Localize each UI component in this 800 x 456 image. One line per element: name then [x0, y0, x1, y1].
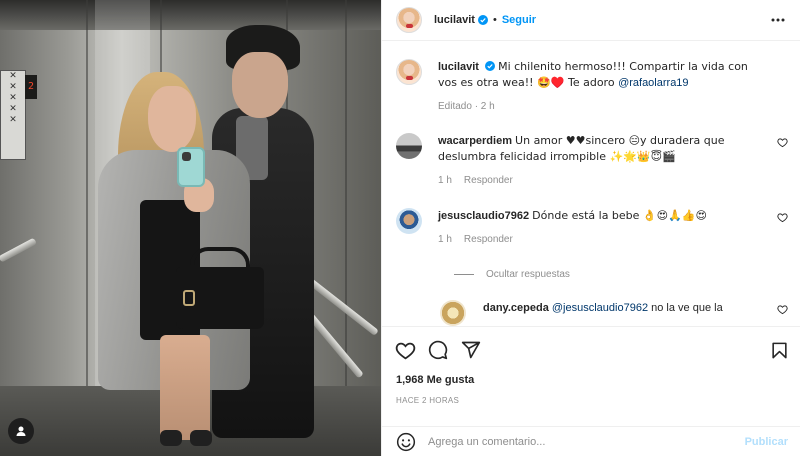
separator-dot: • [492, 14, 497, 26]
like-heart-icon[interactable] [394, 339, 416, 361]
share-icon[interactable] [460, 339, 482, 361]
likes-count[interactable]: 1,968 Me gusta [396, 374, 474, 386]
comment-text: Dónde está la bebe 👌😍🙏👍😍 [532, 209, 707, 222]
comment-time: 1 h [438, 175, 452, 186]
elevator-ceiling [0, 0, 381, 30]
comment: jesusclaudio7962 Dónde está la bebe 👌😍🙏👍… [396, 208, 788, 245]
caption: lucilavit Mi chilenito hermoso!!! Compar… [396, 59, 788, 112]
caption-mention[interactable]: @rafaolarra19 [618, 77, 688, 89]
man-face [232, 52, 288, 118]
hide-replies-label: Ocultar respuestas [486, 269, 570, 280]
post-dialog: ✕ ✕ ✕ ✕ ✕ 2 lucilavit • Seguir lucilavit… [0, 0, 800, 456]
reply-username[interactable]: dany.cepeda [483, 302, 549, 314]
comment-like-heart-icon[interactable] [777, 304, 788, 315]
comment-composer: Publicar [382, 426, 800, 456]
post-actions [394, 338, 790, 362]
post-photo[interactable]: ✕ ✕ ✕ ✕ ✕ 2 [0, 0, 381, 456]
shoe [160, 430, 182, 446]
comment: wacarperdiem Un amor ♥♥sincero 😑y durade… [396, 133, 788, 186]
divider-line [454, 274, 474, 275]
caption-username[interactable]: lucilavit [438, 61, 479, 73]
reply-comment: dany.cepeda @jesusclaudio7962 no la ve q… [440, 300, 788, 326]
user-tag-icon[interactable] [8, 418, 34, 444]
comment-input[interactable] [428, 435, 745, 448]
comment-username[interactable]: jesusclaudio7962 [438, 210, 529, 222]
hide-replies-button[interactable]: Ocultar respuestas [454, 269, 788, 280]
avatar[interactable] [396, 59, 422, 85]
publish-button[interactable]: Publicar [745, 436, 788, 448]
comment-username[interactable]: wacarperdiem [438, 135, 512, 147]
reply-mention[interactable]: @jesusclaudio7962 [552, 302, 648, 314]
emoji-icon[interactable] [396, 432, 416, 452]
avatar[interactable] [396, 7, 422, 33]
avatar[interactable] [396, 208, 422, 234]
shoe [190, 430, 212, 446]
bookmark-icon[interactable] [768, 339, 790, 361]
avatar[interactable] [396, 133, 422, 159]
phone [177, 147, 205, 187]
handbag-charm [183, 290, 195, 306]
follow-button[interactable]: Seguir [502, 14, 536, 26]
comment-icon[interactable] [427, 339, 449, 361]
author-username[interactable]: lucilavit [434, 14, 475, 26]
comment-like-heart-icon[interactable] [777, 212, 788, 223]
avatar[interactable] [440, 300, 466, 326]
comment-time: 1 h [438, 234, 452, 245]
handrail [0, 237, 37, 263]
comments-list[interactable]: lucilavit Mi chilenito hermoso!!! Compar… [382, 41, 800, 327]
floor-display: 2 [25, 75, 37, 99]
reply-text: no la ve que la [648, 302, 723, 314]
elevator-button-panel: ✕ ✕ ✕ ✕ ✕ [0, 70, 26, 160]
comment-like-heart-icon[interactable] [777, 137, 788, 148]
post-header: lucilavit • Seguir [382, 0, 800, 41]
caption-meta: Editado · 2 h [438, 101, 495, 112]
verified-icon [477, 15, 488, 25]
post-time[interactable]: HACE 2 HORAS [396, 396, 459, 405]
post-sidebar: lucilavit • Seguir lucilavit Mi chilenit… [381, 0, 800, 456]
woman-legs [160, 335, 210, 440]
woman-face [148, 86, 196, 152]
verified-icon [485, 61, 496, 71]
reply-button[interactable]: Responder [464, 175, 513, 186]
reply-button[interactable]: Responder [464, 234, 513, 245]
more-options-icon[interactable] [768, 10, 788, 30]
